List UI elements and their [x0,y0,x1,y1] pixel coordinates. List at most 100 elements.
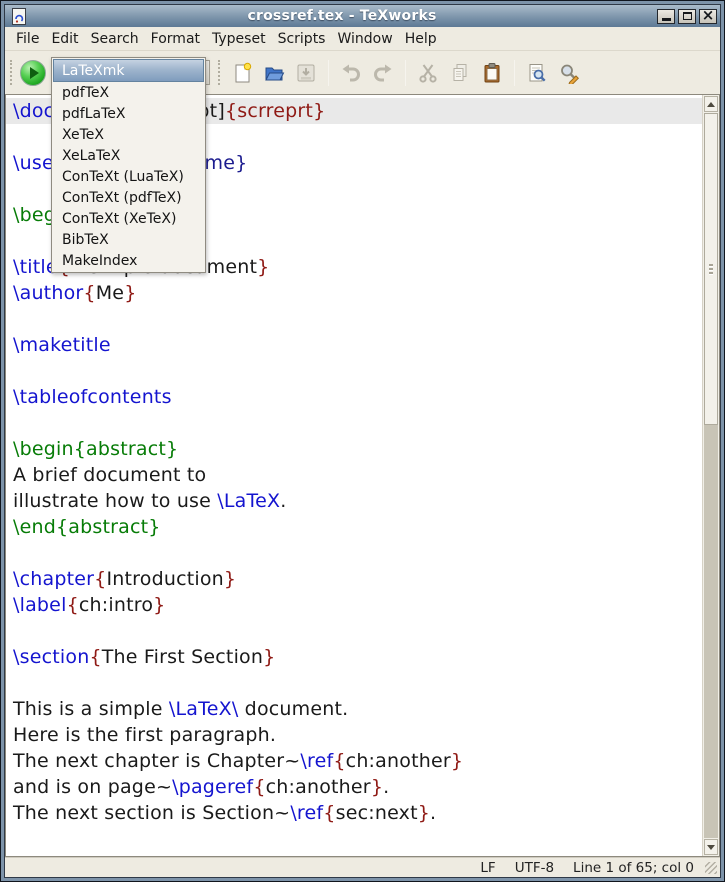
editor-line[interactable]: \label{ch:intro} [13,592,702,618]
code-token: { [89,646,101,668]
editor-line[interactable] [13,410,702,436]
menu-bar: File Edit Search Format Typeset Scripts … [5,27,720,51]
editor-line[interactable]: and is on page~\pageref{ch:another}. [13,774,702,800]
code-token: ch:another [346,750,451,772]
menu-help[interactable]: Help [399,29,443,49]
code-token: } [124,282,136,304]
editor-line[interactable]: \chapter{Introduction} [13,566,702,592]
editor-line[interactable]: \author{Me} [13,280,702,306]
engine-option-pdftex[interactable]: pdfTeX [53,82,204,103]
editor-line[interactable] [13,306,702,332]
undo-button[interactable] [336,57,366,89]
menu-edit[interactable]: Edit [45,29,84,49]
open-folder-icon [263,62,285,84]
encoding-indicator: UTF-8 [515,860,554,876]
editor-line[interactable] [13,670,702,696]
title-bar[interactable]: crossref.tex - TeXworks × [5,5,720,27]
editor-line[interactable] [13,358,702,384]
code-token: { [323,802,335,824]
menu-file[interactable]: File [10,29,45,49]
minimize-button[interactable] [657,9,675,24]
toolbar-separator [514,60,515,86]
thumb-grip-icon [709,272,713,274]
save-document-button[interactable] [291,57,321,89]
engine-option-xelatex[interactable]: XeLaTeX [53,145,204,166]
editor-line[interactable]: \section{The First Section} [13,644,702,670]
find-replace-button[interactable] [554,57,584,89]
engine-option-context-pdftex[interactable]: ConTeXt (pdfTeX) [53,187,204,208]
redo-button[interactable] [368,57,398,89]
editor-line[interactable]: \begin{abstract} [13,436,702,462]
code-token: document. [238,698,348,720]
thumb-grip-icon [709,264,713,266]
code-token: \ref [300,750,333,772]
engine-option-context-luatex[interactable]: ConTeXt (LuaTeX) [53,166,204,187]
code-token: {scrreprt} [225,100,325,122]
code-token: illustrate how to use [13,490,217,512]
code-token: \ref [290,802,323,824]
code-token: \maketitle [13,334,111,356]
code-token: } [371,776,383,798]
editor-line[interactable]: The next chapter is Chapter~\ref{ch:anot… [13,748,702,774]
window-content: crossref.tex - TeXworks × File Edit Sear… [4,4,721,878]
copy-button[interactable] [445,57,475,89]
scroll-down-button[interactable] [704,839,718,855]
engine-option-makeindex[interactable]: MakeIndex [53,250,204,271]
engine-option-bibtex[interactable]: BibTeX [53,229,204,250]
line-ending-indicator: LF [480,860,495,876]
code-token: { [94,568,106,590]
code-token: \section [13,646,89,668]
editor-line[interactable]: \maketitle [13,332,702,358]
vertical-scrollbar[interactable] [702,95,719,856]
cut-icon [417,62,439,84]
code-token: The First Section [102,646,263,668]
code-token: sec:next [336,802,418,824]
find-button[interactable] [522,57,552,89]
play-icon [30,67,39,79]
editor-line[interactable]: illustrate how to use \LaTeX. [13,488,702,514]
editor-line[interactable] [13,540,702,566]
toolbar-grip[interactable] [10,60,13,85]
menu-window[interactable]: Window [331,29,398,49]
code-token: \begin{abstract} [13,438,178,460]
window-resize-grip[interactable] [705,862,717,874]
code-token: The next section is Section~ [13,802,290,824]
editor-line[interactable]: A brief document to [13,462,702,488]
code-token: { [253,776,265,798]
new-document-button[interactable] [227,57,257,89]
editor-line[interactable]: \end{abstract} [13,514,702,540]
editor-line[interactable]: \tableofcontents [13,384,702,410]
engine-option-latexmk[interactable]: LaTeXmk [53,59,204,82]
scrollbar-thumb[interactable] [704,113,718,425]
maximize-button[interactable] [678,9,696,24]
close-button[interactable]: × [699,9,717,24]
menu-format[interactable]: Format [145,29,206,49]
open-document-button[interactable] [259,57,289,89]
engine-option-xetex[interactable]: XeTeX [53,124,204,145]
engine-option-context-xetex[interactable]: ConTeXt (XeTeX) [53,208,204,229]
code-token: } [224,568,236,590]
code-token: } [257,256,269,278]
engine-option-pdflatex[interactable]: pdfLaTeX [53,103,204,124]
thumb-grip-icon [709,268,713,270]
scroll-up-button[interactable] [704,96,718,112]
new-document-icon [231,62,253,84]
save-icon [295,62,317,84]
menu-search[interactable]: Search [85,29,145,49]
close-icon: × [702,8,715,23]
editor-line[interactable] [13,618,702,644]
menu-typeset[interactable]: Typeset [206,29,272,49]
editor-line[interactable]: The next section is Section~\ref{sec:nex… [13,800,702,826]
arrow-up-icon [707,98,715,107]
cut-button[interactable] [413,57,443,89]
menu-scripts[interactable]: Scripts [272,29,332,49]
redo-icon [372,62,394,84]
scrollbar-track[interactable] [704,425,718,838]
code-token: . [430,802,436,824]
status-bar: LF UTF-8 Line 1 of 65; col 0 [5,857,720,877]
editor-line[interactable]: This is a simple \LaTeX\ document. [13,696,702,722]
paste-button[interactable] [477,57,507,89]
editor-line[interactable]: Here is the first paragraph. [13,722,702,748]
toolbar-grip[interactable] [218,60,221,85]
typeset-run-button[interactable] [20,60,46,86]
